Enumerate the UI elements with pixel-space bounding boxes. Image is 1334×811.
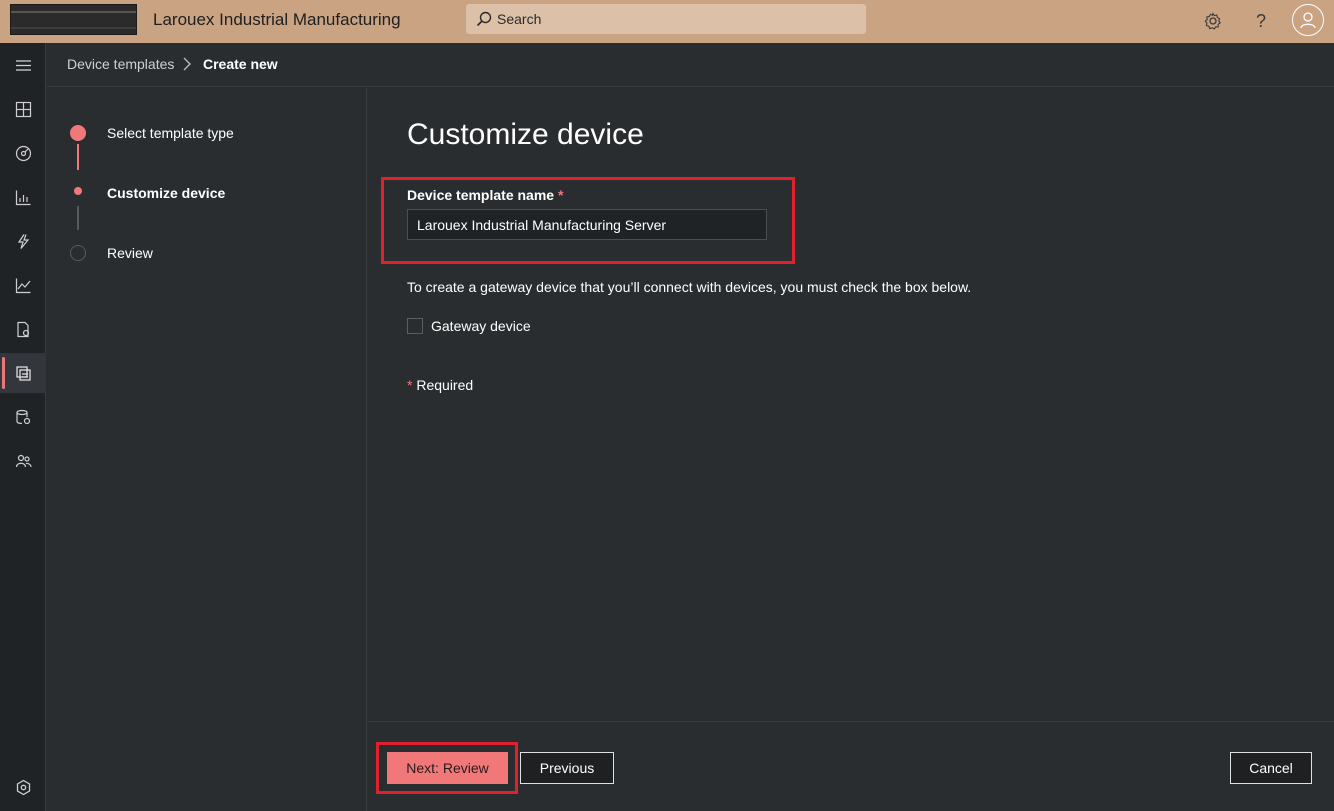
gateway-hint-text: To create a gateway device that you’ll c… [407, 279, 972, 295]
breadcrumb-current: Create new [203, 56, 278, 72]
gateway-device-label[interactable]: Gateway device [431, 318, 531, 334]
top-bar: Larouex Industrial Manufacturing Search … [0, 0, 1334, 43]
app-title: Larouex Industrial Manufacturing [153, 10, 401, 29]
breadcrumb: Device templates Create new [47, 43, 1334, 87]
template-name-label: Device template name * [407, 187, 563, 203]
devices-icon[interactable] [0, 133, 46, 173]
required-note-star: * [407, 377, 413, 393]
user-icon [1300, 12, 1316, 29]
jobs-icon[interactable] [0, 309, 46, 349]
cancel-button[interactable]: Cancel [1230, 752, 1312, 784]
settings-hub-icon[interactable] [0, 767, 46, 807]
left-nav-rail [0, 43, 46, 811]
dashboard-icon[interactable] [0, 89, 46, 129]
step-current-indicator [74, 187, 82, 195]
next-review-button[interactable]: Next: Review [387, 752, 508, 784]
device-templates-icon[interactable] [0, 353, 46, 393]
search-icon [476, 11, 492, 27]
page-title: Customize device [407, 118, 644, 151]
rules-icon[interactable] [0, 221, 46, 261]
search-box[interactable]: Search [466, 4, 866, 34]
chevron-right-icon [183, 57, 191, 71]
previous-button[interactable]: Previous [520, 752, 614, 784]
required-note: * Required [407, 377, 473, 393]
template-name-input[interactable] [407, 209, 767, 240]
breadcrumb-device-templates[interactable]: Device templates [67, 56, 174, 72]
app-logo[interactable] [10, 4, 137, 35]
step-connector [77, 144, 79, 170]
step-customize-device[interactable]: Customize device [107, 185, 225, 201]
step-select-template-type[interactable]: Select template type [107, 125, 234, 141]
data-export-icon[interactable] [0, 397, 46, 437]
required-star: * [557, 187, 564, 203]
user-avatar[interactable] [1292, 4, 1324, 36]
step-connector [77, 206, 79, 230]
required-note-text: Required [416, 377, 474, 393]
analytics-icon[interactable] [0, 177, 46, 217]
help-icon[interactable]: ? [1248, 8, 1274, 34]
menu-icon[interactable] [0, 45, 46, 85]
wizard-stepper: Select template type Customize device Re… [47, 88, 367, 811]
main-content: Customize device Device template name * … [368, 88, 1334, 721]
step-complete-indicator [70, 125, 86, 141]
gateway-device-checkbox[interactable] [407, 318, 423, 334]
settings-gear-icon[interactable] [1200, 8, 1226, 34]
administration-icon[interactable] [0, 441, 46, 481]
step-upcoming-indicator [70, 245, 86, 261]
search-placeholder: Search [497, 11, 542, 27]
wizard-footer: Next: Review Previous Cancel [368, 721, 1334, 811]
step-review[interactable]: Review [107, 245, 153, 261]
template-name-label-text: Device template name [407, 187, 555, 203]
insights-icon[interactable] [0, 265, 46, 305]
